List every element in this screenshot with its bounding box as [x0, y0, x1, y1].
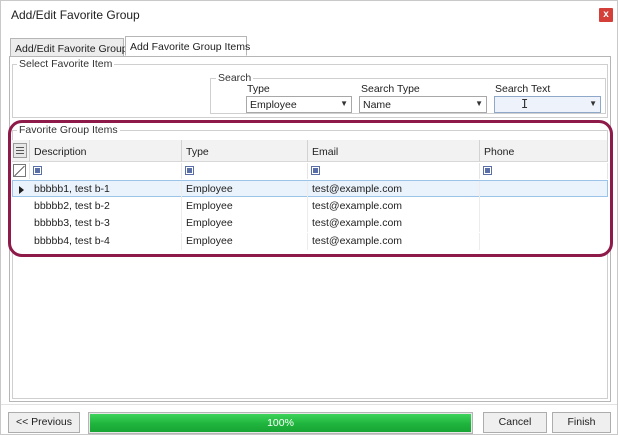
column-chooser-cell	[12, 140, 30, 162]
chevron-down-icon: ▼	[340, 99, 348, 108]
column-header-type[interactable]: Type	[182, 140, 308, 162]
favorite-items-grid: Description Type Email Phone bbbbb1, tes…	[12, 140, 608, 252]
chevron-down-icon: ▼	[589, 99, 597, 108]
cell-phone	[480, 233, 608, 250]
table-row[interactable]: bbbbb1, test b-1 Employee test@example.c…	[12, 180, 608, 198]
table-row[interactable]: bbbbb2, test b-2 Employee test@example.c…	[12, 198, 608, 215]
filter-cell-phone[interactable]	[480, 163, 608, 179]
cell-type: Employee	[182, 233, 308, 250]
cell-email: test@example.com	[308, 233, 480, 250]
grid-header: Description Type Email Phone	[12, 140, 608, 162]
cell-type: Employee	[182, 215, 308, 232]
tab-add-edit-favorite-group[interactable]: Add/Edit Favorite Group	[10, 38, 128, 56]
cell-description: bbbbb1, test b-1	[30, 181, 182, 198]
cancel-button[interactable]: Cancel	[483, 412, 547, 433]
previous-button[interactable]: << Previous	[8, 412, 80, 433]
search-text-label: Search Text	[495, 83, 551, 95]
search-type-select-value: Name	[363, 99, 392, 111]
row-indicator-cell	[12, 215, 30, 232]
chevron-down-icon: ▼	[475, 99, 483, 108]
search-type-select[interactable]: Name ▼	[359, 96, 487, 113]
filter-clear-cell	[12, 163, 30, 179]
cell-description: bbbbb2, test b-2	[30, 198, 182, 215]
type-select-value: Employee	[250, 99, 297, 111]
select-favorite-item-legend: Select Favorite Item	[17, 58, 115, 70]
row-indicator-cell	[12, 233, 30, 250]
favorite-group-items-legend: Favorite Group Items	[17, 124, 120, 136]
cell-email: test@example.com	[308, 215, 480, 232]
filter-checkbox-icon	[483, 166, 492, 175]
title-bar: Add/Edit Favorite Group x	[1, 1, 617, 29]
filter-cell-type[interactable]	[182, 163, 308, 179]
search-text-input[interactable]: I ▼	[494, 96, 601, 113]
cell-email: test@example.com	[308, 181, 480, 198]
filter-checkbox-icon	[185, 166, 194, 175]
cell-description: bbbbb4, test b-4	[30, 233, 182, 250]
filter-checkbox-icon	[33, 166, 42, 175]
table-row[interactable]: bbbbb3, test b-3 Employee test@example.c…	[12, 215, 608, 232]
text-cursor-icon: I	[521, 97, 529, 111]
finish-button[interactable]: Finish	[552, 412, 611, 433]
table-row[interactable]: bbbbb4, test b-4 Employee test@example.c…	[12, 233, 608, 250]
filter-row	[12, 163, 608, 179]
filter-cell-description[interactable]	[30, 163, 182, 179]
cell-type: Employee	[182, 181, 308, 198]
progress-bar: 100%	[88, 412, 473, 434]
close-icon[interactable]: x	[599, 8, 613, 22]
window-title: Add/Edit Favorite Group	[11, 8, 140, 22]
cell-phone	[480, 198, 608, 215]
dialog-window: Add/Edit Favorite Group x Add/Edit Favor…	[0, 0, 618, 435]
search-type-label: Search Type	[361, 83, 420, 95]
cell-phone	[480, 215, 608, 232]
column-header-description[interactable]: Description	[30, 140, 182, 162]
footer-divider	[1, 404, 617, 405]
type-select[interactable]: Employee ▼	[246, 96, 352, 113]
column-header-email[interactable]: Email	[308, 140, 480, 162]
row-indicator-icon	[13, 181, 31, 198]
filter-checkbox-icon	[311, 166, 320, 175]
progress-label: 100%	[267, 417, 294, 429]
row-indicator-cell	[12, 198, 30, 215]
filter-cell-email[interactable]	[308, 163, 480, 179]
column-chooser-icon[interactable]	[13, 143, 27, 158]
filter-clear-icon[interactable]	[13, 164, 26, 177]
cell-email: test@example.com	[308, 198, 480, 215]
tab-add-favorite-group-items[interactable]: Add Favorite Group Items	[125, 36, 250, 56]
cell-type: Employee	[182, 198, 308, 215]
column-header-phone[interactable]: Phone	[480, 140, 608, 162]
cell-description: bbbbb3, test b-3	[30, 215, 182, 232]
cell-phone	[480, 181, 607, 198]
type-label: Type	[247, 83, 270, 95]
